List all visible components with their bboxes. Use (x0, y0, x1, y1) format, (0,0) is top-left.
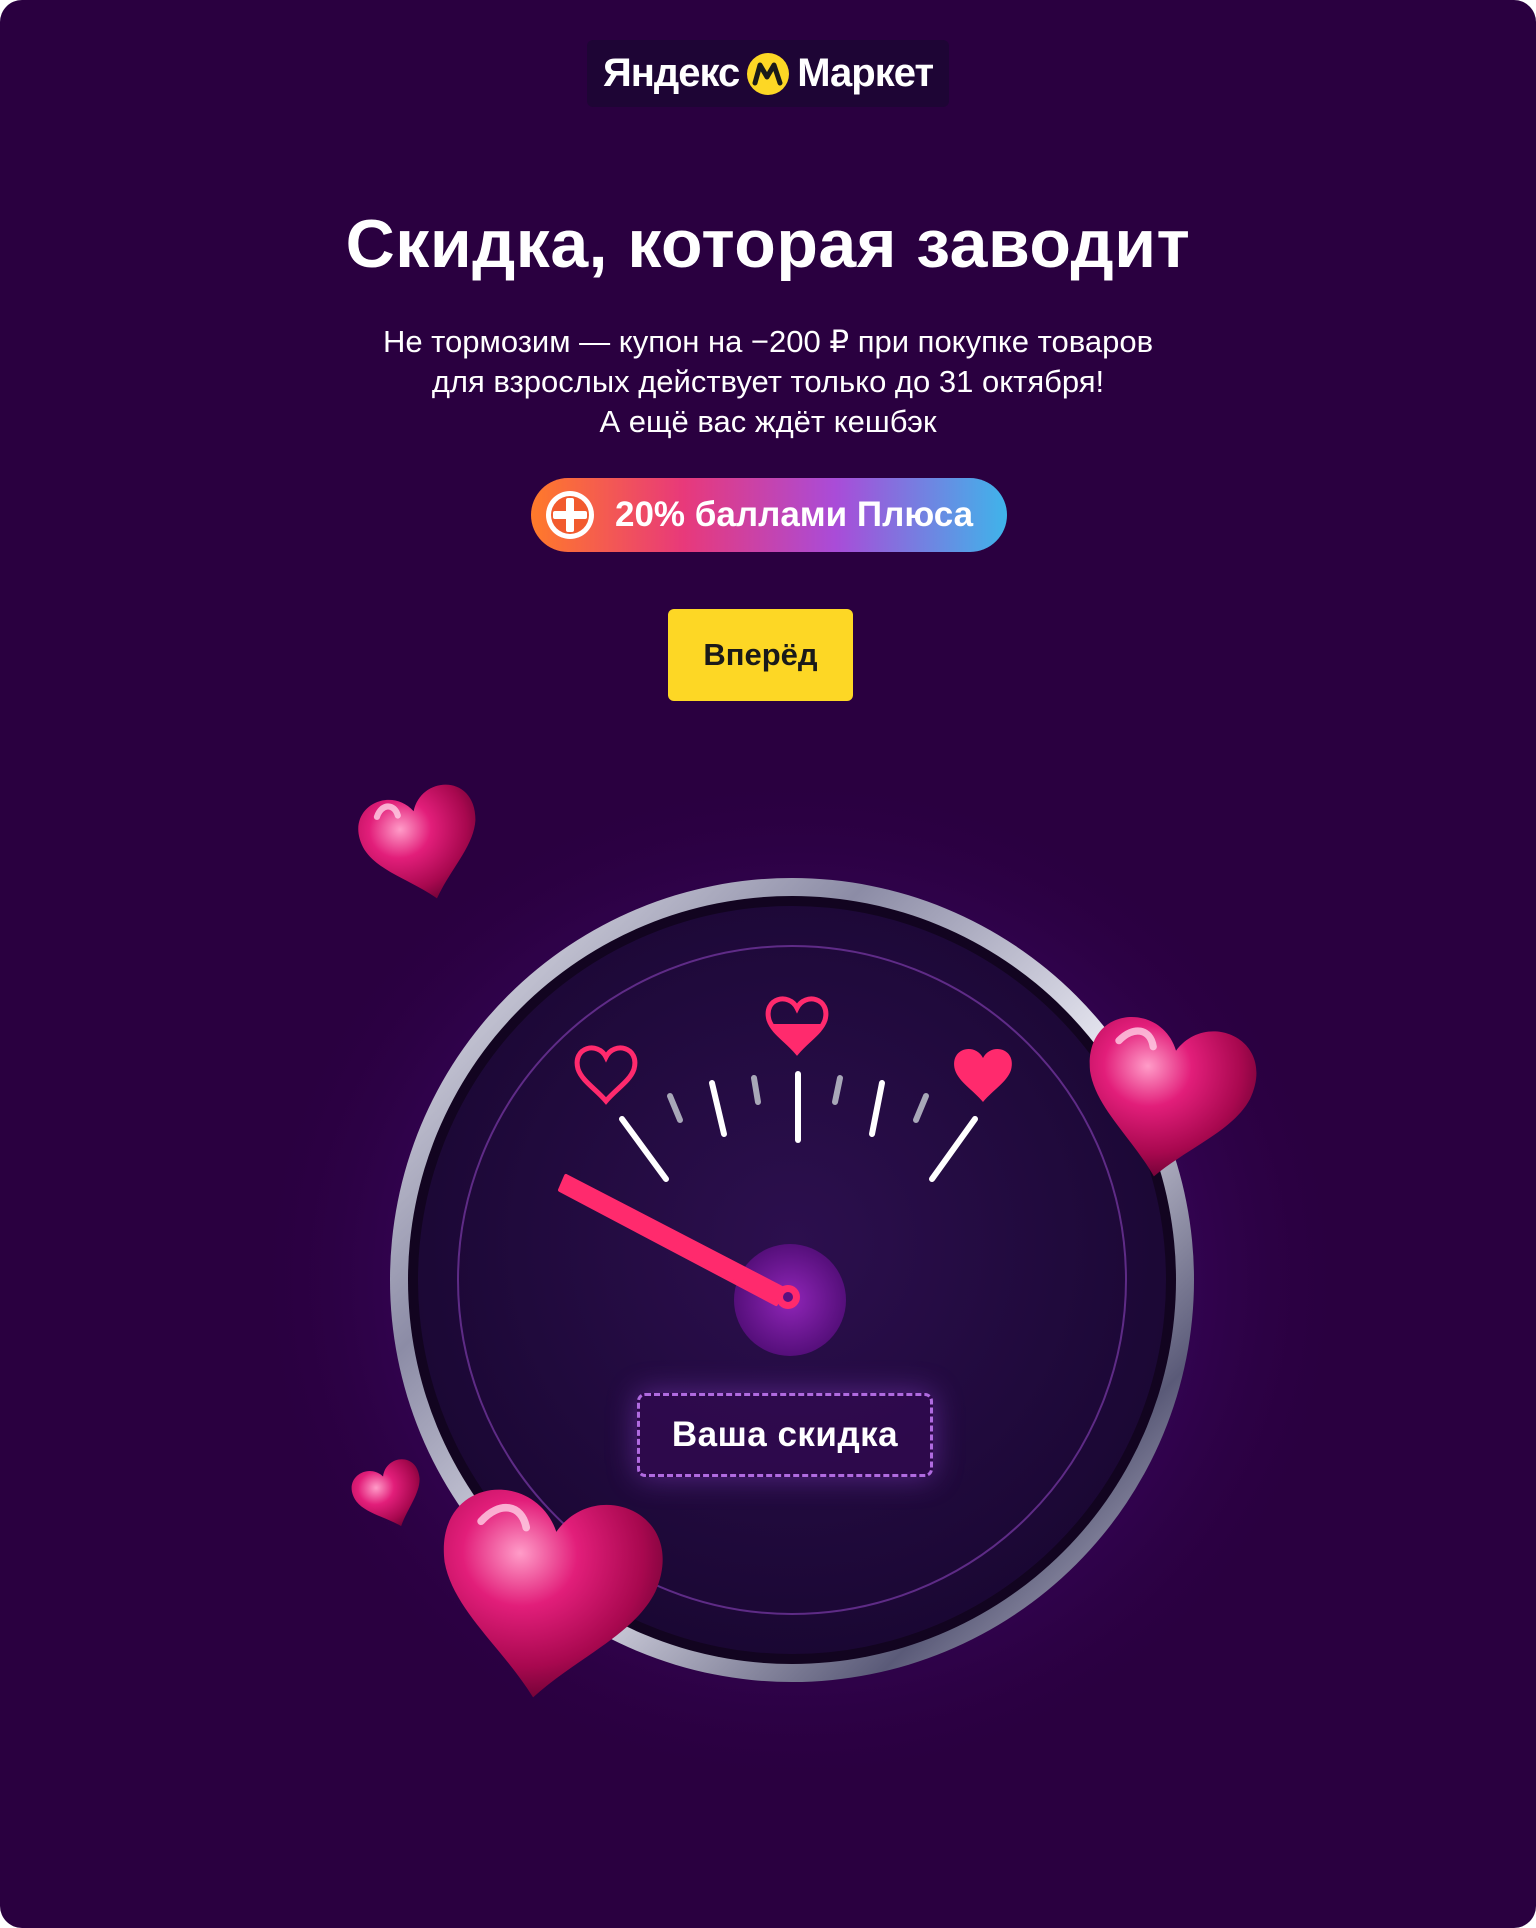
promo-title: Скидка, которая заводит (345, 206, 1191, 282)
discount-gauge: Ваша скидка (0, 720, 1536, 1928)
plus-badge-text: 20% баллами Плюса (615, 495, 974, 534)
brand-right-word: Маркет (797, 51, 934, 95)
gauge-illustration (240, 760, 1360, 1800)
gauge-tick (751, 1075, 761, 1105)
brand-logo[interactable]: Яндекс Маркет (587, 40, 949, 107)
forward-button[interactable]: Вперёд (668, 609, 853, 701)
plus-cashback-badge: 20% баллами Плюса (531, 478, 1007, 552)
promo-subtitle: Не тормозим — купон на −200 ₽ при покупк… (268, 322, 1268, 442)
your-discount-label: Ваша скидка (637, 1393, 933, 1477)
brand-left-word: Яндекс (602, 51, 740, 95)
subtitle-line: А ещё вас ждёт кешбэк (599, 404, 937, 439)
subtitle-line: Не тормозим — купон на −200 ₽ при покупк… (382, 324, 1154, 359)
yandex-market-logo-icon (747, 52, 790, 95)
subtitle-line: для взрослых действует только до 31 октя… (431, 364, 1105, 399)
email-card: Яндекс Маркет Скидка, которая заводит Не… (0, 0, 1536, 1928)
plus-points-icon (546, 491, 594, 539)
